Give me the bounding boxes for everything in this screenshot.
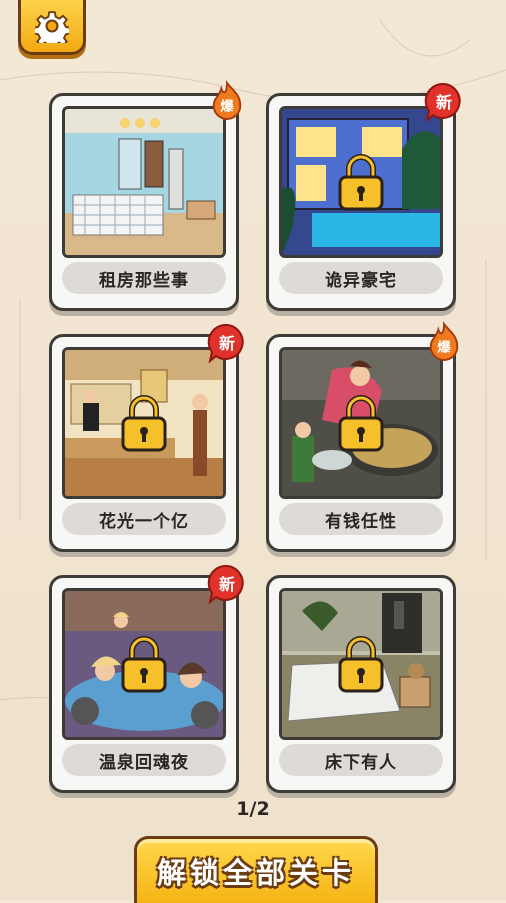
hot-badge-icon: 爆 (212, 80, 242, 120)
new-badge-icon: 新 (207, 323, 244, 363)
svg-text:新: 新 (436, 93, 452, 112)
level-thumbnail (279, 588, 443, 740)
level-card-5[interactable]: 新 温泉回魂夜 (49, 564, 244, 793)
level-title: 温泉回魂夜 (62, 744, 226, 776)
level-title: 有钱任性 (279, 503, 443, 535)
svg-text:爆: 爆 (220, 97, 234, 114)
level-title: 诡异豪宅 (279, 262, 443, 294)
lock-icon (121, 395, 167, 452)
new-badge-icon: 新 (207, 564, 244, 604)
new-badge-icon: 新 (424, 82, 461, 122)
unlock-all-button[interactable]: 解锁全部关卡 (134, 836, 378, 903)
level-title: 床下有人 (279, 744, 443, 776)
svg-text:新: 新 (219, 334, 235, 353)
lock-icon (338, 636, 384, 693)
level-card-2[interactable]: 新 诡异豪宅 (266, 82, 461, 311)
level-thumbnail (62, 588, 226, 740)
level-title: 花光一个亿 (62, 503, 226, 535)
level-thumbnail (62, 106, 226, 258)
page-indicator: 1/2 (236, 798, 270, 820)
level-card-4[interactable]: 爆 有钱任性 (266, 321, 459, 552)
unlock-all-label: 解锁全部关卡 (156, 856, 355, 890)
lock-icon (338, 154, 384, 211)
settings-button[interactable] (18, 0, 86, 55)
svg-text:新: 新 (219, 575, 235, 594)
level-thumbnail (279, 106, 443, 258)
gear-icon (35, 11, 69, 43)
level-title: 租房那些事 (62, 262, 226, 294)
level-card-6[interactable]: 床下有人 (266, 575, 456, 793)
level-thumbnail (62, 347, 226, 499)
level-card-1[interactable]: 爆 租房那些事 (49, 80, 242, 311)
hot-badge-icon: 爆 (429, 321, 459, 361)
level-thumbnail (279, 347, 443, 499)
svg-text:爆: 爆 (437, 338, 451, 355)
lock-icon (338, 395, 384, 452)
lock-icon (121, 636, 167, 693)
level-card-3[interactable]: 新 花光一个亿 (49, 323, 244, 552)
